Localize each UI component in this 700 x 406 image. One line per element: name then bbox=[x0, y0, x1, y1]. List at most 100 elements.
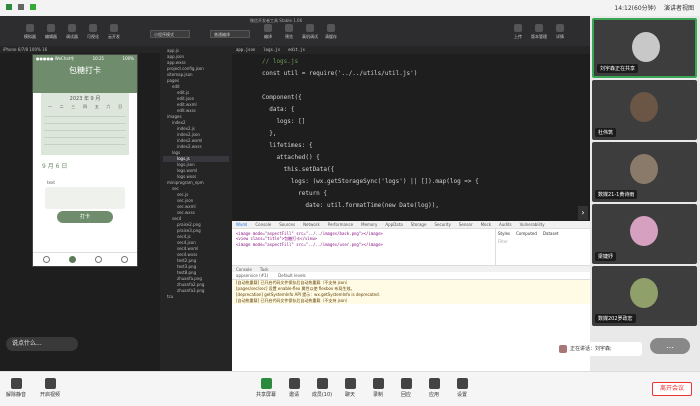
tool-button-2[interactable]: 调试器 bbox=[64, 24, 80, 40]
meeting-button-5[interactable]: 回应 bbox=[394, 378, 418, 398]
bulb-icon[interactable] bbox=[120, 256, 128, 263]
console-tab[interactable]: Task bbox=[260, 267, 269, 272]
comment-input[interactable]: 说点什么... bbox=[6, 337, 78, 351]
calendar-day[interactable] bbox=[67, 139, 80, 145]
app-icon[interactable] bbox=[6, 4, 12, 10]
book-icon[interactable] bbox=[94, 256, 102, 263]
calendar-day[interactable] bbox=[90, 111, 103, 117]
tool-button-1[interactable]: 编辑器 bbox=[43, 24, 59, 40]
file-item[interactable]: tcu bbox=[163, 294, 229, 300]
calendar-day[interactable] bbox=[55, 125, 68, 131]
devtools-tab[interactable]: Console bbox=[255, 222, 271, 227]
calendar-day[interactable] bbox=[55, 111, 68, 117]
action-button-1[interactable]: 预览 bbox=[281, 24, 297, 40]
publish-button-0[interactable]: 上传 bbox=[510, 24, 526, 40]
devtools-tab[interactable]: AppData bbox=[385, 222, 402, 227]
meeting-button-2[interactable]: 成员(10) bbox=[310, 378, 334, 398]
calendar-day[interactable] bbox=[90, 139, 103, 145]
calendar-day[interactable] bbox=[44, 111, 56, 117]
device-select[interactable]: iPhone 6/7/8 100% 16 bbox=[0, 46, 160, 53]
devtools-tab[interactable]: Mock bbox=[481, 222, 491, 227]
calendar-day[interactable] bbox=[67, 125, 80, 131]
calendar-day[interactable] bbox=[114, 139, 126, 145]
tool-button-0[interactable]: 模拟器 bbox=[22, 24, 38, 40]
calendar-day[interactable] bbox=[90, 125, 103, 131]
checkin-button[interactable]: 打卡 bbox=[57, 211, 113, 223]
calendar-day[interactable] bbox=[79, 132, 91, 138]
calendar-day[interactable] bbox=[79, 139, 91, 145]
devtools-tab[interactable]: Memory bbox=[361, 222, 377, 227]
meeting-button-3[interactable]: 聊天 bbox=[338, 378, 362, 398]
calendar-day[interactable] bbox=[44, 125, 56, 131]
calendar-day[interactable] bbox=[44, 132, 56, 138]
calendar-day[interactable] bbox=[79, 118, 91, 124]
meeting-button-0[interactable]: 共享屏幕 bbox=[254, 378, 278, 398]
calendar-day[interactable] bbox=[67, 132, 80, 138]
devtools-tab[interactable]: Network bbox=[303, 222, 320, 227]
console-context[interactable]: appservice (#1) bbox=[236, 273, 268, 278]
calendar-day[interactable] bbox=[79, 125, 91, 131]
participant-tile[interactable]: 刘宇森正在共享 bbox=[592, 18, 697, 78]
location-icon[interactable] bbox=[42, 256, 50, 263]
calendar-day[interactable] bbox=[102, 118, 115, 124]
editor-tab[interactable]: edit.js bbox=[288, 47, 305, 53]
calendar-day[interactable] bbox=[90, 132, 103, 138]
participant-tile[interactable]: 数媒21-1黄诗雨 bbox=[592, 142, 697, 202]
calendar-day[interactable] bbox=[55, 132, 68, 138]
devtools-tab[interactable]: Vulnerability bbox=[520, 222, 545, 227]
devtools-tab[interactable]: Audits bbox=[499, 222, 512, 227]
calendar-day[interactable] bbox=[55, 139, 68, 145]
calendar-day[interactable] bbox=[102, 111, 115, 117]
calendar-day[interactable] bbox=[67, 118, 80, 124]
calendar-day[interactable] bbox=[90, 118, 103, 124]
participant-tile[interactable]: 数媒202罗政宏 bbox=[592, 266, 697, 326]
publish-button-2[interactable]: 详情 bbox=[552, 24, 568, 40]
editor-tab[interactable]: logs.js bbox=[263, 47, 280, 53]
devtools-tab[interactable]: Performance bbox=[328, 222, 353, 227]
meeting-left-button-1[interactable]: 开启视频 bbox=[38, 378, 62, 398]
participant-tile[interactable]: 杜伟筑 bbox=[592, 80, 697, 140]
mode-select[interactable]: 小程序模式 bbox=[150, 30, 190, 38]
calendar-day[interactable] bbox=[44, 118, 56, 124]
menu-icon[interactable] bbox=[18, 4, 24, 10]
devtools-tab[interactable]: Storage bbox=[411, 222, 427, 227]
calendar-day[interactable] bbox=[79, 111, 91, 117]
action-button-3[interactable]: 清缓存 bbox=[323, 24, 339, 40]
styles-filter[interactable]: Filter bbox=[498, 239, 588, 244]
style-tab[interactable]: Computed bbox=[516, 231, 537, 236]
calendar-day[interactable] bbox=[44, 139, 56, 145]
meeting-button-6[interactable]: 应用 bbox=[422, 378, 446, 398]
more-participants-button[interactable]: … bbox=[650, 338, 690, 354]
style-tab[interactable]: Dataset bbox=[543, 231, 559, 236]
meeting-left-button-0[interactable]: 解除静音 bbox=[4, 378, 28, 398]
note-box[interactable] bbox=[45, 187, 125, 209]
devtools-tab[interactable]: Wxml bbox=[236, 222, 247, 227]
presenter-view-button[interactable]: 演讲者视图 bbox=[664, 3, 694, 12]
action-button-0[interactable]: 编译 bbox=[260, 24, 276, 40]
compile-select[interactable]: 普通编译 bbox=[210, 30, 250, 38]
console-tab[interactable]: Console bbox=[236, 267, 252, 272]
calendar-day[interactable] bbox=[114, 125, 126, 131]
devtools-tab[interactable]: Sensor bbox=[459, 222, 473, 227]
code-editor[interactable]: app.json logs.js edit.js // logs.js const u… bbox=[232, 46, 590, 221]
calendar-day[interactable] bbox=[102, 139, 115, 145]
style-tab[interactable]: Styles bbox=[498, 231, 510, 236]
calendar-day[interactable] bbox=[114, 111, 126, 117]
meeting-button-1[interactable]: 邀请 bbox=[282, 378, 306, 398]
calendar-day[interactable] bbox=[55, 118, 68, 124]
calendar-day[interactable] bbox=[102, 132, 115, 138]
console-levels[interactable]: Default levels bbox=[278, 273, 305, 278]
calendar-day[interactable] bbox=[67, 111, 80, 117]
action-button-2[interactable]: 真机调试 bbox=[302, 24, 318, 40]
leave-meeting-button[interactable]: 离开会议 bbox=[652, 382, 692, 396]
calendar-day[interactable] bbox=[114, 118, 126, 124]
participant-tile[interactable]: 梁婕妤 bbox=[592, 204, 697, 264]
tool-button-4[interactable]: 云开发 bbox=[106, 24, 122, 40]
editor-tab[interactable]: app.json bbox=[236, 47, 255, 53]
meeting-button-4[interactable]: 录制 bbox=[366, 378, 390, 398]
tool-button-3[interactable]: 可视化 bbox=[85, 24, 101, 40]
calendar-day[interactable] bbox=[114, 132, 126, 138]
devtools-tab[interactable]: Sources bbox=[279, 222, 295, 227]
calendar-day[interactable] bbox=[102, 125, 115, 131]
check-icon[interactable] bbox=[68, 256, 76, 263]
